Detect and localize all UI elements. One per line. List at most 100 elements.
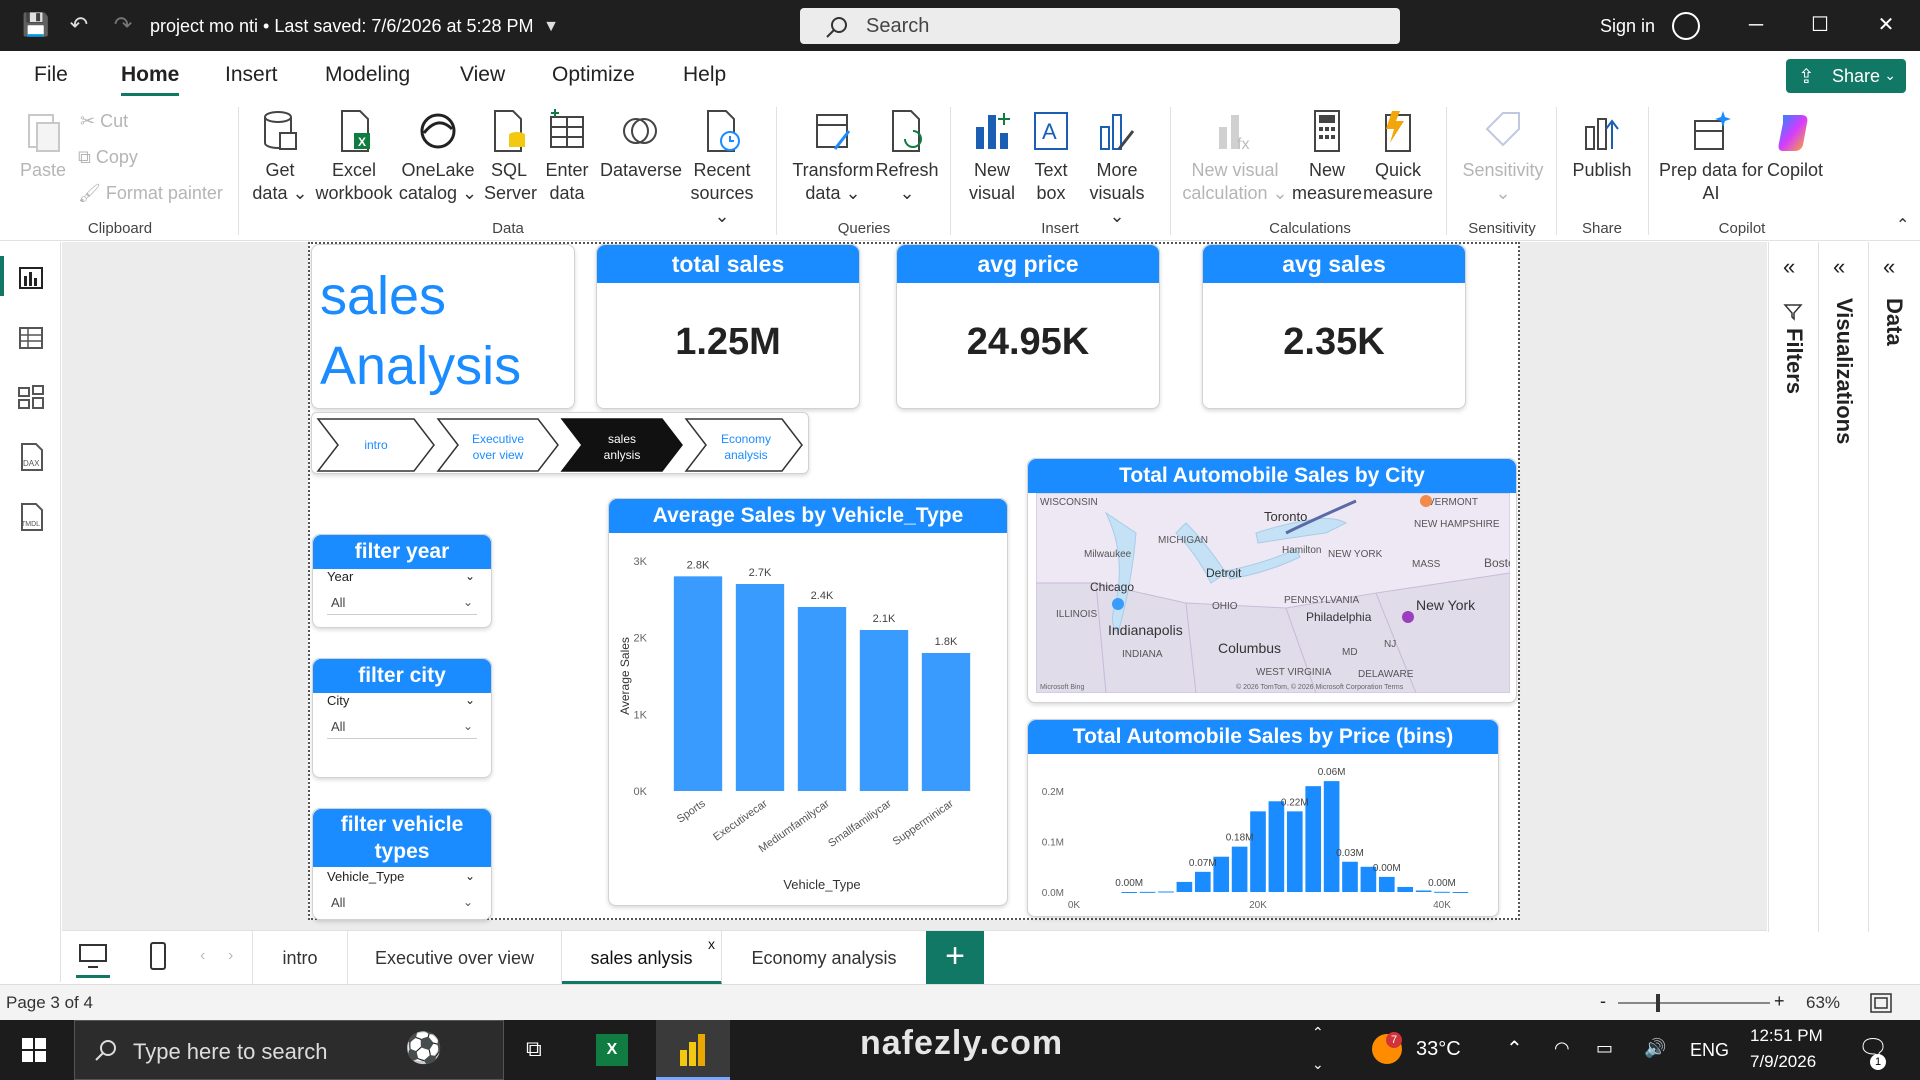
new-measure-button[interactable]: New measure — [1292, 109, 1362, 205]
nav-executive-button[interactable]: Executive over view — [436, 418, 559, 472]
chevron-down-icon[interactable]: ⌄ — [1312, 1056, 1324, 1073]
cut-button[interactable]: ✂ Cut — [80, 111, 128, 132]
bar[interactable] — [1397, 886, 1414, 892]
windows-start-icon[interactable] — [22, 1038, 46, 1062]
collapse-data-icon[interactable]: « — [1883, 254, 1895, 280]
sign-in-link[interactable]: Sign in — [1600, 16, 1655, 37]
city-bubble[interactable] — [1420, 495, 1432, 507]
visualizations-pane[interactable]: « Visualizations — [1818, 242, 1868, 932]
format-painter-button[interactable]: 🖌 Format painter — [78, 183, 223, 204]
table-view-icon[interactable] — [16, 322, 46, 352]
slicer-dropdown[interactable]: All ⌄ — [327, 589, 477, 615]
bar[interactable] — [1121, 891, 1138, 893]
close-icon[interactable]: ✕ — [1866, 10, 1906, 40]
search-box[interactable]: Search — [800, 8, 1400, 44]
bar[interactable] — [1452, 891, 1469, 893]
bar[interactable] — [673, 576, 723, 791]
tmdl-view-icon[interactable]: TMDL — [16, 502, 46, 532]
more-visuals-button[interactable]: More visuals ⌄ — [1082, 109, 1152, 228]
refresh-button[interactable]: Refresh ⌄ — [874, 109, 940, 205]
bar[interactable] — [1323, 781, 1340, 892]
get-data-button[interactable]: Get data ⌄ — [252, 109, 308, 205]
bar[interactable] — [921, 653, 971, 791]
task-view-icon[interactable]: ⧉ — [526, 1036, 542, 1062]
excel-workbook-button[interactable]: X Excel workbook — [314, 109, 394, 205]
quick-measure-button[interactable]: Quick measure — [1362, 109, 1434, 205]
zoom-slider-thumb[interactable] — [1656, 994, 1660, 1012]
city-map[interactable]: WISCONSIN Toronto VERMONT NEW HAMPSHIRE … — [1036, 493, 1510, 693]
slicer-city[interactable]: filter city City ⌄ All ⌄ — [312, 658, 492, 778]
taskbar-search-box[interactable]: Type here to search ⚽ — [74, 1020, 504, 1080]
slicer-year[interactable]: filter year Year ⌄ All ⌄ — [312, 534, 492, 628]
kpi-card-avg-sales[interactable]: avg sales 2.35K — [1202, 244, 1466, 409]
undo-icon[interactable]: ↶ — [66, 12, 92, 38]
publish-button[interactable]: Publish — [1566, 109, 1638, 182]
bar[interactable] — [859, 630, 909, 791]
copilot-button[interactable]: Copilot — [1760, 109, 1830, 182]
nav-sales-button[interactable]: sales anlysis — [560, 418, 683, 472]
page-tab-intro[interactable]: intro — [252, 931, 348, 985]
collapse-visualizations-icon[interactable]: « — [1833, 254, 1845, 280]
chevron-up-icon[interactable]: ⌃ — [1312, 1024, 1324, 1041]
volume-icon[interactable]: 🔊 — [1644, 1038, 1666, 1059]
onelake-catalog-button[interactable]: OneLake catalog ⌄ — [398, 109, 478, 205]
report-title-card[interactable]: sales Analysis — [311, 244, 575, 409]
copy-button[interactable]: ⧉ Copy — [78, 147, 138, 168]
avatar-icon[interactable] — [1672, 12, 1700, 40]
bar[interactable] — [1434, 891, 1450, 893]
city-bubble[interactable] — [1402, 611, 1414, 623]
recent-sources-button[interactable]: Recent sources ⌄ — [684, 109, 760, 228]
maximize-icon[interactable]: ☐ — [1800, 10, 1840, 40]
redo-icon[interactable]: ↷ — [110, 12, 136, 38]
page-tab-executive[interactable]: Executive over view — [348, 931, 562, 985]
bar[interactable] — [1176, 881, 1193, 892]
tab-file[interactable]: File — [34, 63, 68, 87]
slicer-dropdown[interactable]: All ⌄ — [327, 889, 477, 915]
bar[interactable] — [735, 584, 785, 791]
tab-modeling[interactable]: Modeling — [325, 63, 410, 87]
filters-pane[interactable]: « Filters — [1768, 242, 1818, 932]
powerbi-taskbar-button[interactable] — [656, 1020, 730, 1080]
desktop-layout-icon[interactable] — [78, 943, 108, 969]
report-page[interactable]: sales Analysis total sales 1.25M avg pri… — [308, 242, 1520, 920]
bar[interactable] — [1158, 891, 1174, 893]
bar[interactable] — [797, 607, 847, 791]
tab-optimize[interactable]: Optimize — [552, 63, 635, 87]
transform-data-button[interactable]: Transform data ⌄ — [790, 109, 876, 205]
collapse-ribbon-icon[interactable]: ⌃ — [1896, 215, 1909, 235]
page-tab-sales[interactable]: sales anlysis x — [562, 931, 722, 985]
bar[interactable] — [1268, 801, 1285, 892]
enter-data-button[interactable]: Enter data — [544, 109, 590, 205]
tab-view[interactable]: View — [460, 63, 505, 87]
data-pane[interactable]: « Data — [1868, 242, 1920, 932]
bar[interactable] — [1415, 890, 1432, 892]
slicer-vehicle-type[interactable]: filter vehicle types Vehicle_Type ⌄ All ⌄ — [312, 808, 492, 920]
tab-insert[interactable]: Insert — [225, 63, 278, 87]
wifi-icon[interactable]: ◠ — [1554, 1038, 1570, 1059]
bar[interactable] — [1139, 891, 1156, 893]
avg-sales-chart-card[interactable]: Average Sales by Vehicle_Type 0K 1K 2K 3K Av… — [608, 498, 1008, 906]
sensitivity-button[interactable]: Sensitivity ⌄ — [1460, 109, 1546, 205]
model-view-icon[interactable] — [16, 382, 46, 412]
bar[interactable] — [1250, 811, 1266, 892]
prev-page-icon[interactable]: ‹ — [200, 947, 205, 965]
bar[interactable] — [1286, 811, 1303, 892]
clock-time[interactable]: 12:51 PM — [1750, 1026, 1823, 1046]
excel-taskbar-icon[interactable]: X — [596, 1034, 628, 1066]
nav-intro-button[interactable]: intro — [316, 418, 435, 472]
zoom-slider[interactable] — [1618, 1002, 1770, 1004]
battery-icon[interactable]: ▭ — [1596, 1038, 1613, 1059]
mobile-layout-icon[interactable] — [148, 941, 168, 971]
language-indicator[interactable]: ENG — [1690, 1040, 1729, 1061]
clock-date[interactable]: 7/9/2026 — [1750, 1052, 1816, 1072]
kpi-card-avg-price[interactable]: avg price 24.95K — [896, 244, 1160, 409]
sql-server-button[interactable]: SQL Server — [484, 109, 537, 205]
save-icon[interactable]: 💾 — [22, 12, 49, 38]
map-card[interactable]: Total Automobile Sales by City WISCONSIN… — [1027, 458, 1517, 703]
chevron-up-icon[interactable]: ⌃ — [1506, 1036, 1523, 1061]
new-visual-button[interactable]: New visual — [964, 109, 1020, 205]
new-visual-calculation-button[interactable]: fx New visual calculation ⌄ — [1180, 109, 1290, 205]
zoom-level[interactable]: 63% — [1806, 993, 1840, 1013]
bar[interactable] — [1231, 846, 1248, 892]
collapse-filters-icon[interactable]: « — [1783, 254, 1795, 280]
